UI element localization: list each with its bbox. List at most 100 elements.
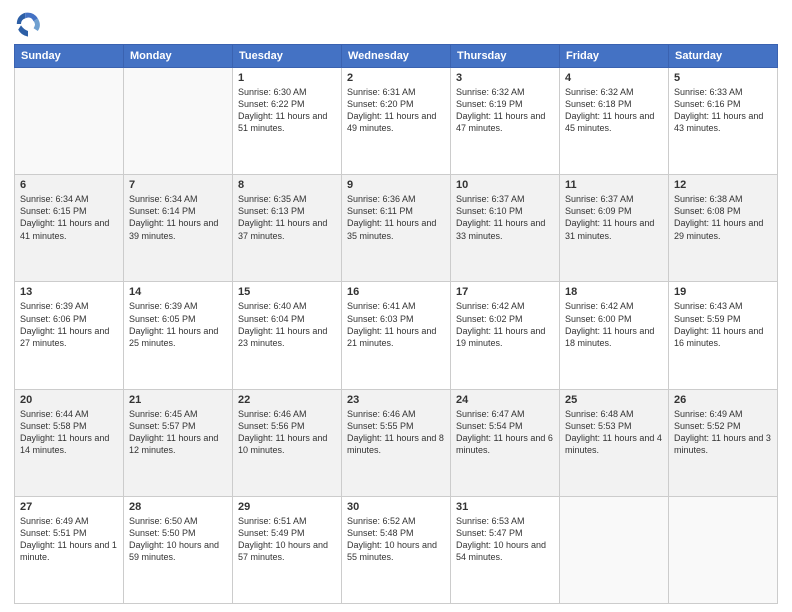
day-number: 2 (347, 72, 445, 84)
day-number: 21 (129, 394, 227, 406)
calendar-cell: 5 Sunrise: 6:33 AM Sunset: 6:16 PM Daylig… (669, 68, 778, 175)
day-number: 7 (129, 179, 227, 191)
day-info: Sunrise: 6:31 AM Sunset: 6:20 PM Dayligh… (347, 86, 445, 135)
day-info: Sunrise: 6:41 AM Sunset: 6:03 PM Dayligh… (347, 300, 445, 349)
day-info: Sunrise: 6:34 AM Sunset: 6:14 PM Dayligh… (129, 193, 227, 242)
day-info: Sunrise: 6:49 AM Sunset: 5:51 PM Dayligh… (20, 515, 118, 564)
day-number: 16 (347, 286, 445, 298)
calendar-cell (15, 68, 124, 175)
day-info: Sunrise: 6:42 AM Sunset: 6:02 PM Dayligh… (456, 300, 554, 349)
weekday-header-wednesday: Wednesday (342, 45, 451, 68)
calendar-cell: 30Sunrise: 6:52 AM Sunset: 5:48 PM Dayli… (342, 496, 451, 603)
day-info: Sunrise: 6:45 AM Sunset: 5:57 PM Dayligh… (129, 408, 227, 457)
day-number: 23 (347, 394, 445, 406)
weekday-header-row: SundayMondayTuesdayWednesdayThursdayFrid… (15, 45, 778, 68)
calendar-cell: 31 Sunrise: 6:53 AM Sunset: 5:47 PM Dayli… (451, 496, 560, 603)
day-number: 13 (20, 286, 118, 298)
day-number: 4 (565, 72, 663, 84)
day-number: 18 (565, 286, 663, 298)
day-info: Sunrise: 6:50 AM Sunset: 5:50 PM Dayligh… (129, 515, 227, 564)
calendar-cell: 16 Sunrise: 6:41 AM Sunset: 6:03 PM Dayli… (342, 282, 451, 389)
calendar-cell: 17 Sunrise: 6:42 AM Sunset: 6:02 PM Dayli… (451, 282, 560, 389)
calendar-cell: 3Sunrise: 6:32 AM Sunset: 6:19 PM Daylig… (451, 68, 560, 175)
calendar-cell: 4 Sunrise: 6:32 AM Sunset: 6:18 PM Daylig… (560, 68, 669, 175)
calendar-cell: 12 Sunrise: 6:38 AM Sunset: 6:08 PM Dayli… (669, 175, 778, 282)
calendar-cell: 2 Sunrise: 6:31 AM Sunset: 6:20 PM Daylig… (342, 68, 451, 175)
logo-icon (14, 10, 42, 38)
day-number: 20 (20, 394, 118, 406)
day-info: Sunrise: 6:53 AM Sunset: 5:47 PM Dayligh… (456, 515, 554, 564)
calendar-cell: 29Sunrise: 6:51 AM Sunset: 5:49 PM Dayli… (233, 496, 342, 603)
day-number: 22 (238, 394, 336, 406)
day-number: 31 (456, 501, 554, 513)
calendar-cell: 28 Sunrise: 6:50 AM Sunset: 5:50 PM Dayli… (124, 496, 233, 603)
day-number: 6 (20, 179, 118, 191)
week-row-3: 13 Sunrise: 6:39 AM Sunset: 6:06 PM Dayli… (15, 282, 778, 389)
calendar-cell: 21 Sunrise: 6:45 AM Sunset: 5:57 PM Dayli… (124, 389, 233, 496)
calendar-cell: 14 Sunrise: 6:39 AM Sunset: 6:05 PM Dayli… (124, 282, 233, 389)
day-number: 19 (674, 286, 772, 298)
calendar-cell (124, 68, 233, 175)
weekday-header-thursday: Thursday (451, 45, 560, 68)
logo (14, 10, 46, 38)
day-number: 12 (674, 179, 772, 191)
day-info: Sunrise: 6:46 AM Sunset: 5:56 PM Dayligh… (238, 408, 336, 457)
day-number: 26 (674, 394, 772, 406)
calendar-cell: 13 Sunrise: 6:39 AM Sunset: 6:06 PM Dayli… (15, 282, 124, 389)
weekday-header-sunday: Sunday (15, 45, 124, 68)
calendar-cell: 25 Sunrise: 6:48 AM Sunset: 5:53 PM Dayli… (560, 389, 669, 496)
day-number: 25 (565, 394, 663, 406)
day-number: 5 (674, 72, 772, 84)
calendar-cell: 1 Sunrise: 6:30 AM Sunset: 6:22 PM Daylig… (233, 68, 342, 175)
calendar-cell: 20 Sunrise: 6:44 AM Sunset: 5:58 PM Dayli… (15, 389, 124, 496)
calendar-cell: 26Sunrise: 6:49 AM Sunset: 5:52 PM Dayli… (669, 389, 778, 496)
day-info: Sunrise: 6:46 AM Sunset: 5:55 PM Dayligh… (347, 408, 445, 457)
day-number: 15 (238, 286, 336, 298)
calendar-cell: 6 Sunrise: 6:34 AM Sunset: 6:15 PM Daylig… (15, 175, 124, 282)
calendar: SundayMondayTuesdayWednesdayThursdayFrid… (14, 44, 778, 604)
day-info: Sunrise: 6:39 AM Sunset: 6:06 PM Dayligh… (20, 300, 118, 349)
day-info: Sunrise: 6:40 AM Sunset: 6:04 PM Dayligh… (238, 300, 336, 349)
day-info: Sunrise: 6:36 AM Sunset: 6:11 PM Dayligh… (347, 193, 445, 242)
calendar-cell: 11Sunrise: 6:37 AM Sunset: 6:09 PM Dayli… (560, 175, 669, 282)
day-info: Sunrise: 6:44 AM Sunset: 5:58 PM Dayligh… (20, 408, 118, 457)
day-number: 28 (129, 501, 227, 513)
weekday-header-monday: Monday (124, 45, 233, 68)
calendar-cell: 27 Sunrise: 6:49 AM Sunset: 5:51 PM Dayli… (15, 496, 124, 603)
weekday-header-tuesday: Tuesday (233, 45, 342, 68)
day-info: Sunrise: 6:48 AM Sunset: 5:53 PM Dayligh… (565, 408, 663, 457)
day-info: Sunrise: 6:39 AM Sunset: 6:05 PM Dayligh… (129, 300, 227, 349)
day-number: 10 (456, 179, 554, 191)
weekday-header-saturday: Saturday (669, 45, 778, 68)
day-info: Sunrise: 6:34 AM Sunset: 6:15 PM Dayligh… (20, 193, 118, 242)
calendar-cell: 22 Sunrise: 6:46 AM Sunset: 5:56 PM Dayli… (233, 389, 342, 496)
week-row-1: 1 Sunrise: 6:30 AM Sunset: 6:22 PM Daylig… (15, 68, 778, 175)
day-info: Sunrise: 6:43 AM Sunset: 5:59 PM Dayligh… (674, 300, 772, 349)
day-number: 3 (456, 72, 554, 84)
calendar-cell: 19 Sunrise: 6:43 AM Sunset: 5:59 PM Dayli… (669, 282, 778, 389)
week-row-2: 6 Sunrise: 6:34 AM Sunset: 6:15 PM Daylig… (15, 175, 778, 282)
day-info: Sunrise: 6:38 AM Sunset: 6:08 PM Dayligh… (674, 193, 772, 242)
day-number: 8 (238, 179, 336, 191)
weekday-header-friday: Friday (560, 45, 669, 68)
calendar-cell (560, 496, 669, 603)
calendar-cell: 23 Sunrise: 6:46 AM Sunset: 5:55 PM Dayli… (342, 389, 451, 496)
day-info: Sunrise: 6:30 AM Sunset: 6:22 PM Dayligh… (238, 86, 336, 135)
day-number: 17 (456, 286, 554, 298)
day-number: 14 (129, 286, 227, 298)
calendar-cell: 18 Sunrise: 6:42 AM Sunset: 6:00 PM Dayli… (560, 282, 669, 389)
day-number: 27 (20, 501, 118, 513)
calendar-cell: 10Sunrise: 6:37 AM Sunset: 6:10 PM Dayli… (451, 175, 560, 282)
day-info: Sunrise: 6:47 AM Sunset: 5:54 PM Dayligh… (456, 408, 554, 457)
day-info: Sunrise: 6:42 AM Sunset: 6:00 PM Dayligh… (565, 300, 663, 349)
day-number: 9 (347, 179, 445, 191)
day-info: Sunrise: 6:32 AM Sunset: 6:18 PM Dayligh… (565, 86, 663, 135)
day-number: 1 (238, 72, 336, 84)
week-row-5: 27 Sunrise: 6:49 AM Sunset: 5:51 PM Dayli… (15, 496, 778, 603)
week-row-4: 20 Sunrise: 6:44 AM Sunset: 5:58 PM Dayli… (15, 389, 778, 496)
day-number: 30 (347, 501, 445, 513)
day-info: Sunrise: 6:51 AM Sunset: 5:49 PM Dayligh… (238, 515, 336, 564)
day-info: Sunrise: 6:37 AM Sunset: 6:09 PM Dayligh… (565, 193, 663, 242)
calendar-cell: 9 Sunrise: 6:36 AM Sunset: 6:11 PM Daylig… (342, 175, 451, 282)
day-info: Sunrise: 6:33 AM Sunset: 6:16 PM Dayligh… (674, 86, 772, 135)
